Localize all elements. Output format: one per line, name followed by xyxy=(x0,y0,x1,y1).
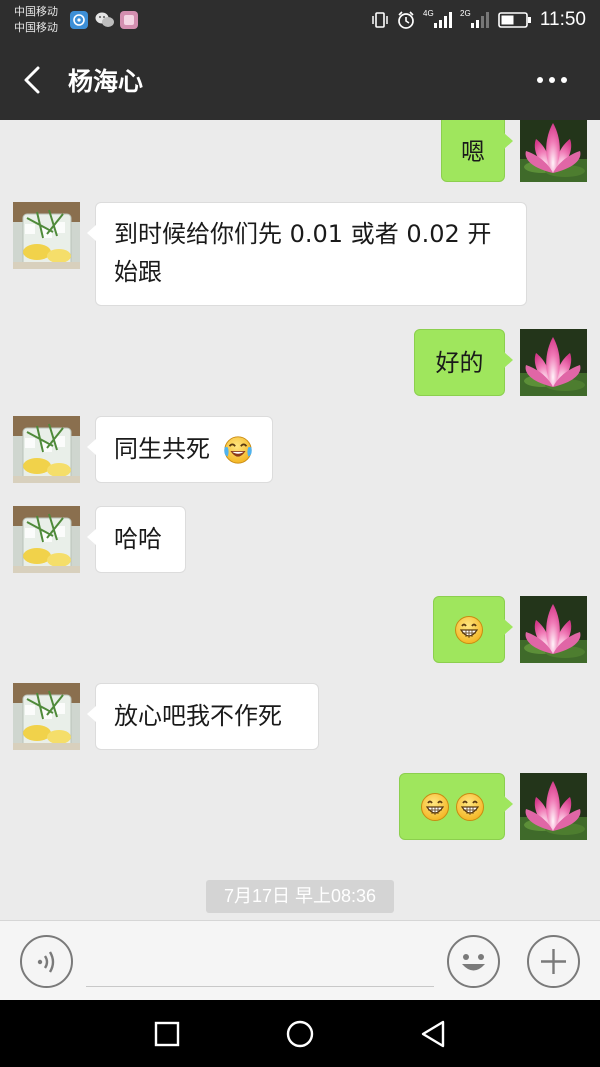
chevron-left-icon xyxy=(24,66,40,94)
message-text: 同生共死 xyxy=(114,435,210,463)
message-bubble-incoming[interactable]: 放心吧我不作死 xyxy=(87,683,319,750)
wechat-notification-icon xyxy=(95,11,114,29)
chat-title: 杨海心 xyxy=(68,67,144,96)
carrier-label-2: 中国移动 xyxy=(14,21,58,34)
message-timestamp: 7月17日 早上08:36 xyxy=(206,880,394,913)
drink-avatar[interactable] xyxy=(13,202,80,269)
plus-icon xyxy=(541,949,566,974)
laugh-cry-emoji-icon xyxy=(222,434,254,466)
voice-icon xyxy=(37,951,55,973)
message-text: 哈哈 xyxy=(114,525,162,553)
recent-apps-icon xyxy=(154,1021,180,1047)
home-button[interactable] xyxy=(284,1018,316,1050)
smiley-icon xyxy=(462,954,485,971)
app-notification-icon xyxy=(70,11,88,29)
vibrate-icon xyxy=(372,12,388,28)
chat-header: 杨海心 xyxy=(0,40,600,120)
system-nav-bar xyxy=(0,1000,600,1067)
drink-avatar[interactable] xyxy=(13,506,80,573)
message-bubble-outgoing[interactable] xyxy=(433,596,513,663)
grin-emoji-icon xyxy=(455,792,485,822)
message-input[interactable] xyxy=(86,943,434,987)
message-text: 到时候给你们先 0.01 或者 0.02 开始跟 xyxy=(114,220,492,286)
lotus-avatar[interactable] xyxy=(520,773,587,840)
signal-icon xyxy=(434,12,452,28)
back-button[interactable] xyxy=(16,60,52,100)
status-time: 11:50 xyxy=(539,9,586,30)
message-text: 嗯 xyxy=(461,138,485,166)
system-back-button[interactable] xyxy=(418,1018,450,1050)
message-list[interactable]: 嗯 到时候给你们先 0.01 或者 0.02 开始跟 好的 同生共死 哈哈 放心… xyxy=(0,120,600,920)
back-icon xyxy=(421,1020,445,1048)
emoji-button[interactable] xyxy=(447,935,500,988)
more-dots-icon xyxy=(537,77,567,83)
voice-input-button[interactable] xyxy=(20,935,73,988)
message-bubble-outgoing[interactable] xyxy=(399,773,513,840)
signal-icon xyxy=(471,12,489,28)
message-bubble-incoming[interactable]: 到时候给你们先 0.01 或者 0.02 开始跟 xyxy=(87,202,527,306)
message-text: 放心吧我不作死 xyxy=(114,702,282,730)
drink-avatar[interactable] xyxy=(13,416,80,483)
drink-avatar[interactable] xyxy=(13,683,80,750)
more-functions-button[interactable] xyxy=(527,935,580,988)
message-text: 好的 xyxy=(435,349,484,377)
app-notification-icon xyxy=(120,11,138,29)
recent-apps-button[interactable] xyxy=(151,1018,183,1050)
lotus-avatar[interactable] xyxy=(520,120,587,182)
alarm-icon xyxy=(398,11,414,29)
carrier-label-1: 中国移动 xyxy=(14,5,58,18)
lotus-avatar[interactable] xyxy=(520,596,587,663)
input-bar xyxy=(0,920,600,1000)
grin-emoji-icon xyxy=(454,615,484,645)
status-bar: 中国移动 中国移动 4G 2G 11:50 xyxy=(0,0,600,40)
message-bubble-outgoing[interactable]: 好的 xyxy=(414,329,513,396)
lotus-avatar[interactable] xyxy=(520,329,587,396)
message-bubble-incoming[interactable]: 哈哈 xyxy=(87,506,186,573)
message-bubble-incoming[interactable]: 同生共死 xyxy=(87,416,273,483)
home-icon xyxy=(286,1020,314,1048)
battery-icon xyxy=(498,12,531,28)
message-bubble-outgoing[interactable]: 嗯 xyxy=(441,120,513,182)
more-options-button[interactable] xyxy=(534,70,574,90)
grin-emoji-icon xyxy=(420,792,450,822)
